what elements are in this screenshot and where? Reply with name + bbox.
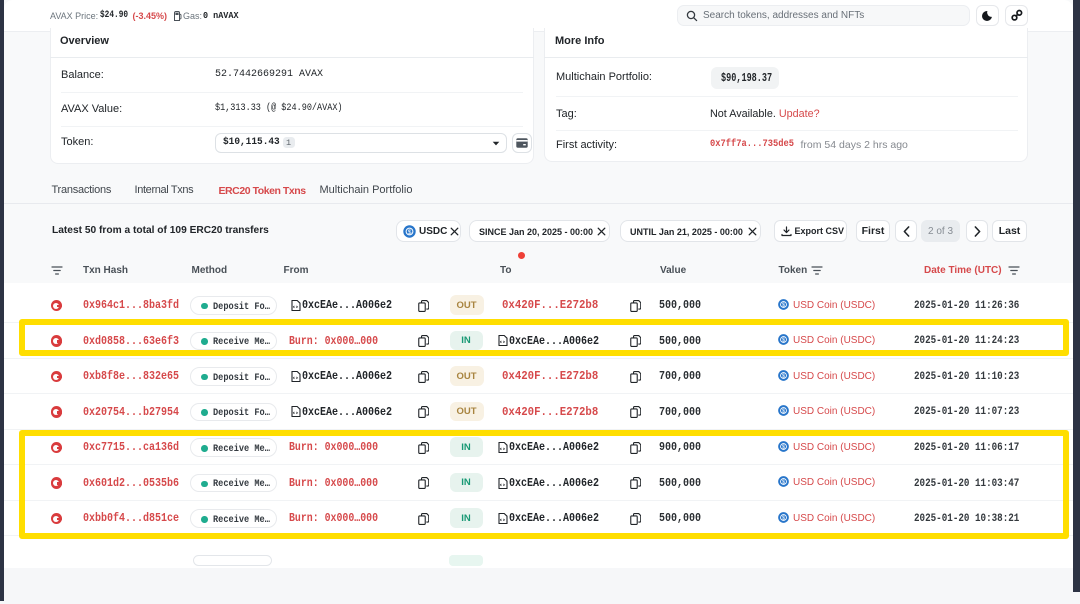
- svg-text:$: $: [407, 228, 411, 235]
